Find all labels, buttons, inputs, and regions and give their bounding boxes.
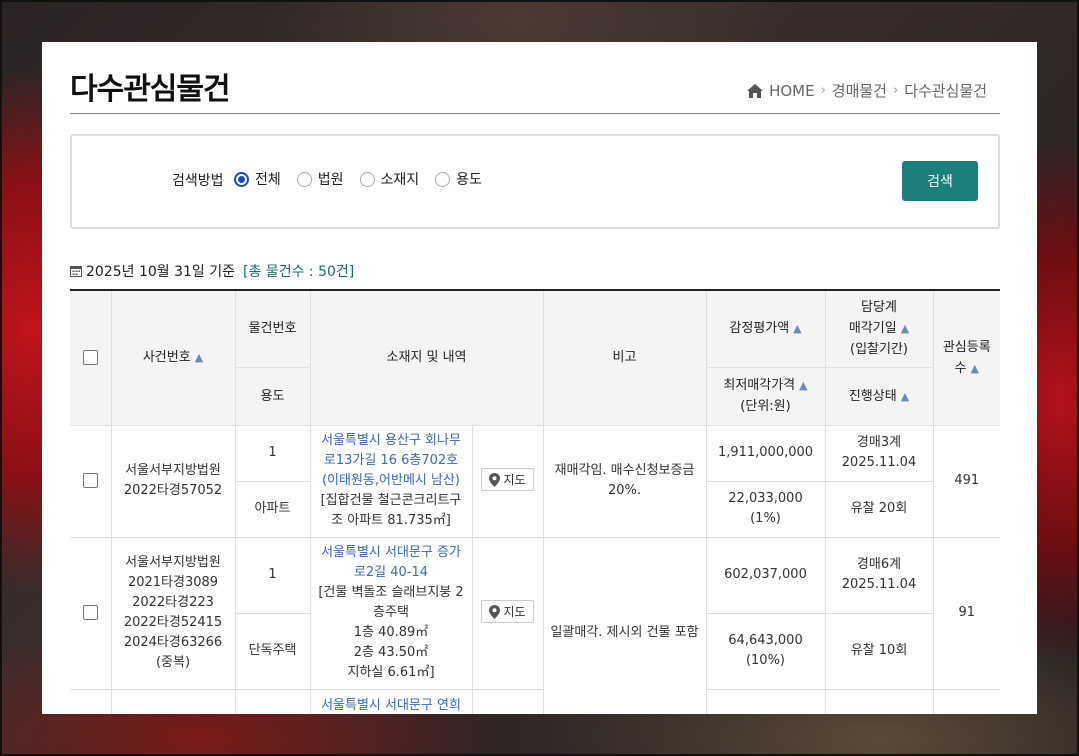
appraisal-value: 602,037,000 <box>705 536 826 614</box>
radio-usage-label: 용도 <box>456 172 482 188</box>
map-button[interactable]: 지도 <box>481 600 534 624</box>
chevron-right-icon: › <box>892 83 899 98</box>
breadcrumb-current: 다수관심물건 <box>904 82 987 100</box>
row-checkbox[interactable] <box>82 605 98 620</box>
radio-selected-icon[interactable] <box>234 171 249 187</box>
map-pin-icon <box>489 604 501 619</box>
location-cell: 서울특별시 용산구 회나무로13가길 16 6층702호 (이태원동,어반메시 … <box>309 424 473 538</box>
map-button[interactable]: 지도 <box>481 468 534 492</box>
content-panel: 다수관심물건 HOME › 경매물건 › 다수관심물건 검색방법 전체 법원 소… <box>42 42 1037 714</box>
header-min-price[interactable]: 최저매각가격 ▲ (단위:원) <box>705 366 826 426</box>
search-panel: 검색방법 전체 법원 소재지 용도 검색 <box>70 134 1000 229</box>
radio-all[interactable]: 전체 <box>234 169 281 189</box>
interest-count: 491 <box>932 424 1000 538</box>
header-dept-date[interactable]: 담당계 매각기일 ▲ (입찰기간) <box>824 289 934 368</box>
appraisal-value: 1,911,000,000 <box>705 424 826 482</box>
radio-icon[interactable] <box>296 171 312 187</box>
map-cell: 지도 <box>471 424 544 538</box>
case-number-cell[interactable]: 서울서부지방법원 2022타경57052 <box>110 424 236 538</box>
interest-count: 91 <box>932 536 1000 690</box>
total-count: [총 물건수 : 50건] <box>243 264 355 280</box>
address-link[interactable]: 서울특별시 서대문구 연희 <box>317 696 466 715</box>
sort-up-icon[interactable]: ▲ <box>901 322 909 335</box>
floor-area: 2층 43.50㎡ <box>353 645 429 660</box>
property-description: [집합건물 철근콘크리트구조 아파트 81.735㎡] <box>320 493 462 528</box>
usage-value: 아파트 <box>235 480 311 538</box>
property-description: [건물 벽돌조 슬래브지붕 2층주택 <box>318 585 464 620</box>
select-all-cell <box>70 289 112 426</box>
row-checkbox[interactable] <box>82 473 98 488</box>
radio-usage[interactable]: 용도 <box>435 169 482 189</box>
status-value: 유찰 10회 <box>824 612 933 690</box>
radio-all-label: 전체 <box>255 172 281 188</box>
usage-value: 단독주택 <box>235 612 311 690</box>
header-usage: 용도 <box>235 366 311 426</box>
search-button[interactable]: 검색 <box>902 161 978 201</box>
case-number-cell[interactable]: 서울서부지방법원 2021타경3089 2022타경223 2022타경5241… <box>110 536 236 690</box>
table-row: 서울서부지방법원 2022타경57052 1 서울특별시 용산구 회나무로13가… <box>70 424 1000 538</box>
location-cell: 서울특별시 서대문구 증가로2길 40-14 [건물 벽돌조 슬래브지붕 2층주… <box>309 536 473 690</box>
map-pin-icon <box>489 472 501 487</box>
status-value: 유찰 20회 <box>824 480 933 538</box>
sort-up-icon[interactable]: ▲ <box>971 362 979 375</box>
header-interest[interactable]: 관심등록 수 ▲ <box>932 289 1000 426</box>
sort-up-icon[interactable]: ▲ <box>793 322 801 335</box>
item-number: 1 <box>234 536 311 614</box>
breadcrumb: HOME › 경매물건 › 다수관심물건 <box>747 80 987 101</box>
min-price-cell: 64,643,000 (10%) <box>705 612 826 690</box>
item-number: 1 <box>234 424 311 482</box>
search-method-options: 전체 법원 소재지 용도 <box>234 169 482 189</box>
radio-location[interactable]: 소재지 <box>359 169 420 189</box>
address-link[interactable]: 서울특별시 용산구 회나무로13가길 16 6층702호 (이태원동,어반메시 … <box>317 431 466 491</box>
table-row: 서울서부지방법원 2021타경3089 2022타경223 2022타경5241… <box>70 536 1000 714</box>
sort-up-icon[interactable]: ▲ <box>901 390 909 403</box>
table-row: 서울특별시 서대문구 연희 <box>70 688 1000 715</box>
radio-court[interactable]: 법원 <box>296 169 344 189</box>
radio-icon[interactable] <box>435 171 451 187</box>
title-divider <box>70 113 1000 114</box>
list-info: 2025년 10월 31일 기준 [총 물건수 : 50건] <box>70 261 354 281</box>
dept-date-cell: 경매3계 2025.11.04 <box>824 424 934 482</box>
map-cell: 지도 <box>471 536 544 690</box>
page-title: 다수관심물건 <box>70 72 231 107</box>
dept-date-cell: 경매6계 2025.11.04 <box>824 536 934 614</box>
row-select-cell <box>70 536 112 690</box>
breadcrumb-auction-items[interactable]: 경매물건 <box>832 80 887 101</box>
header-note: 비고 <box>542 289 707 426</box>
address-link[interactable]: 서울특별시 서대문구 증가로2길 40-14 <box>317 543 466 583</box>
header-case-no[interactable]: 사건번호 ▲ <box>110 289 236 426</box>
header-appraisal[interactable]: 감정평가액 ▲ <box>705 289 826 368</box>
row-select-cell <box>70 424 112 538</box>
note-cell: 일괄매각. 제시외 건물 포함 <box>542 536 707 714</box>
radio-icon[interactable] <box>359 171 375 187</box>
radio-court-label: 법원 <box>317 172 344 188</box>
header-item-no: 물건번호 <box>234 289 311 368</box>
header-status[interactable]: 진행상태 ▲ <box>824 366 933 426</box>
reference-date: 2025년 10월 31일 기준 <box>86 264 236 280</box>
location-cell: 서울특별시 서대문구 연희 <box>309 688 473 715</box>
select-all-checkbox[interactable] <box>82 350 98 366</box>
header-location: 소재지 및 내역 <box>309 289 544 426</box>
breadcrumb-home[interactable]: HOME <box>769 82 815 100</box>
search-method-label: 검색방법 <box>172 173 224 189</box>
auction-table: 사건번호 ▲ 물건번호 소재지 및 내역 비고 감정평가액 ▲ 담당계 매각기일 ▲ … <box>70 289 1000 714</box>
sort-up-icon[interactable]: ▲ <box>799 379 807 392</box>
chevron-right-icon: › <box>820 83 826 98</box>
floor-area: 지하실 6.61㎡] <box>347 665 435 680</box>
sort-up-icon[interactable]: ▲ <box>195 351 203 364</box>
note-cell: 재매각임. 매수신청보증금 20%. <box>542 424 707 538</box>
floor-area: 1층 40.89㎡ <box>353 625 429 640</box>
calendar-icon <box>70 265 82 277</box>
radio-location-label: 소재지 <box>380 172 420 188</box>
min-price-cell: 22,033,000 (1%) <box>705 480 826 538</box>
home-icon[interactable] <box>747 83 764 98</box>
